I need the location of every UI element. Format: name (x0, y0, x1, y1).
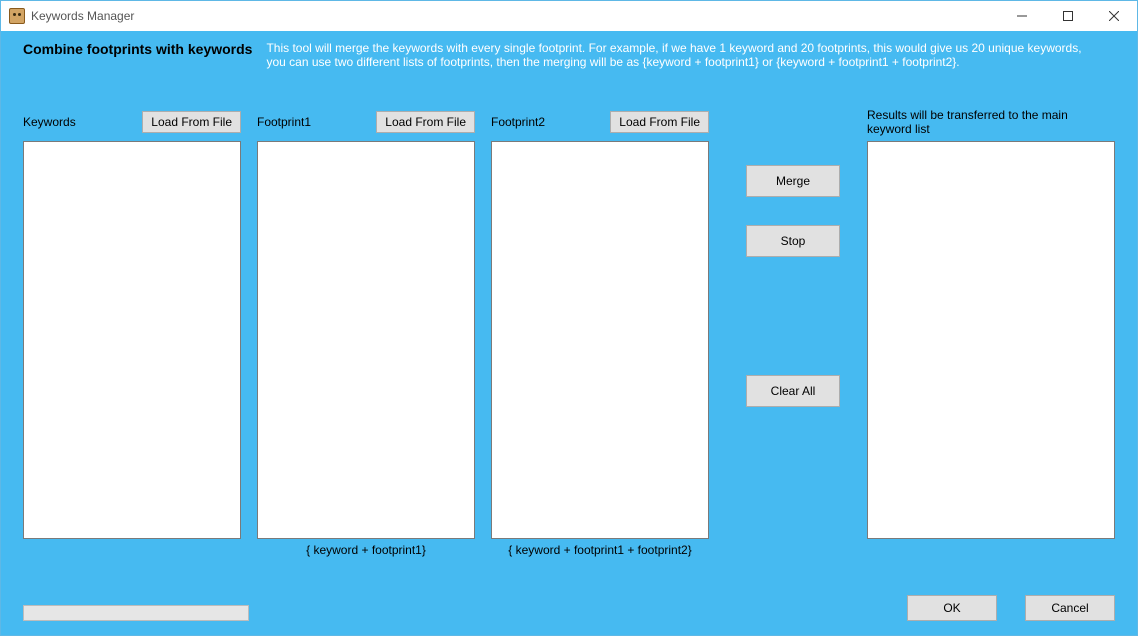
results-textarea[interactable] (867, 141, 1115, 539)
keywords-foot (23, 543, 241, 561)
bottom-bar: OK Cancel (23, 577, 1115, 621)
client-area: Combine footprints with keywords This to… (1, 31, 1137, 635)
footprint1-column: Footprint1 Load From File { keyword + fo… (257, 109, 475, 561)
titlebar[interactable]: Keywords Manager (1, 1, 1137, 31)
keywords-label: Keywords (23, 115, 76, 129)
cancel-button[interactable]: Cancel (1025, 595, 1115, 621)
footprint2-load-button[interactable]: Load From File (610, 111, 709, 133)
keywords-textarea[interactable] (23, 141, 241, 539)
maximize-button[interactable] (1045, 1, 1091, 31)
app-icon (9, 8, 25, 24)
keywords-load-button[interactable]: Load From File (142, 111, 241, 133)
footprint2-textarea[interactable] (491, 141, 709, 539)
ok-button[interactable]: OK (907, 595, 997, 621)
results-label: Results will be transferred to the main … (867, 108, 1115, 136)
window-title: Keywords Manager (31, 9, 134, 23)
header: Combine footprints with keywords This to… (1, 31, 1137, 75)
footprint1-foot: { keyword + footprint1} (257, 543, 475, 561)
results-column: Results will be transferred to the main … (867, 109, 1115, 561)
clear-all-button[interactable]: Clear All (746, 375, 840, 407)
page-title: Combine footprints with keywords (23, 41, 252, 57)
results-foot (867, 543, 1115, 561)
page-description: This tool will merge the keywords with e… (266, 41, 1096, 69)
footprint1-label: Footprint1 (257, 115, 311, 129)
window-frame: Keywords Manager Combine footprints with… (0, 0, 1138, 636)
merge-button[interactable]: Merge (746, 165, 840, 197)
keywords-column: Keywords Load From File (23, 109, 241, 561)
footprint2-foot: { keyword + footprint1 + footprint2} (491, 543, 709, 561)
footprint2-label: Footprint2 (491, 115, 545, 129)
stop-button[interactable]: Stop (746, 225, 840, 257)
columns-container: Keywords Load From File Footprint1 Load … (23, 109, 1115, 561)
footprint2-column: Footprint2 Load From File { keyword + fo… (491, 109, 709, 561)
footprint1-load-button[interactable]: Load From File (376, 111, 475, 133)
window-controls (999, 1, 1137, 31)
footprint1-textarea[interactable] (257, 141, 475, 539)
action-column: Merge Stop Clear All (735, 109, 851, 561)
progress-bar (23, 605, 249, 621)
close-button[interactable] (1091, 1, 1137, 31)
minimize-button[interactable] (999, 1, 1045, 31)
